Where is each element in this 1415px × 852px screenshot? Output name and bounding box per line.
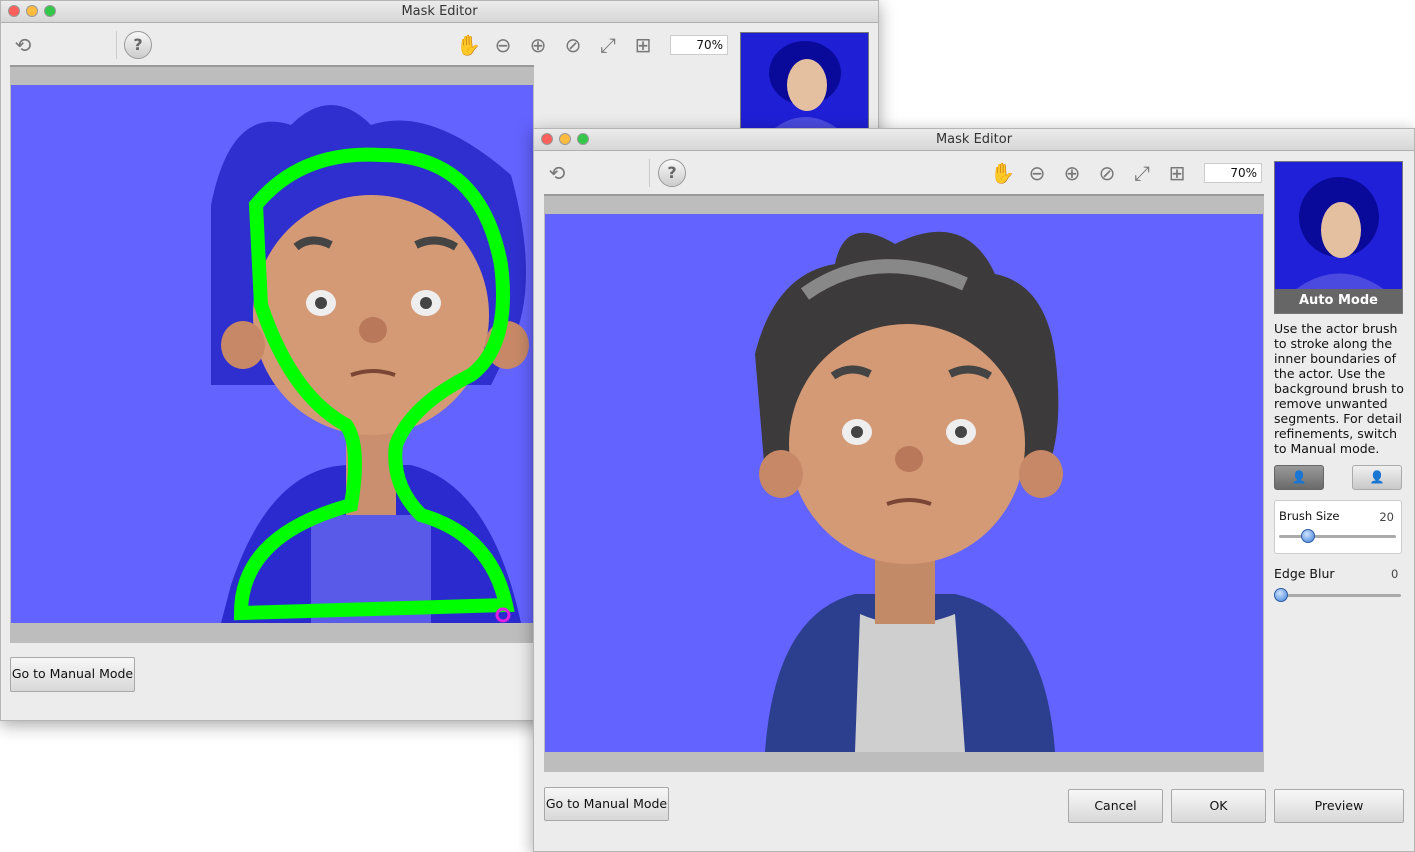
ok-button[interactable]: OK [1171,789,1266,823]
background-brush-icon: 👤 [1369,470,1385,484]
title-bar: Mask Editor [534,129,1414,151]
reference-thumbnail: Auto Mode [1274,161,1403,314]
edge-blur-value: 0 [1391,567,1399,581]
separator [649,159,650,187]
cancel-button[interactable]: Cancel [1068,789,1163,823]
hand-icon[interactable]: ✋ [990,161,1015,185]
canvas-area [10,65,534,643]
zoom-in-icon[interactable]: ⊕ [526,33,550,57]
brush-size-track[interactable] [1279,535,1396,538]
window-title: Mask Editor [401,4,478,19]
fit-icon[interactable]: ⤢ [1130,161,1154,185]
edge-blur-slider[interactable] [1274,588,1288,602]
fit-icon[interactable]: ⤢ [596,33,620,57]
zoom-in-icon[interactable]: ⊕ [1060,161,1084,185]
close-button[interactable] [8,5,20,17]
go-to-manual-mode-button[interactable]: Go to Manual Mode [10,657,135,692]
help-icon[interactable]: ? [124,31,152,59]
help-icon[interactable]: ? [658,159,686,187]
title-bar: Mask Editor [1,1,878,23]
minimize-button[interactable] [26,5,38,17]
edge-blur-track[interactable] [1276,594,1401,597]
zoom-out-icon[interactable]: ⊖ [1025,161,1049,185]
brush-size-value: 20 [1379,510,1394,524]
zoom-selection-icon[interactable]: ⊞ [631,33,655,57]
reset-icon[interactable]: ⟲ [11,33,35,57]
go-to-manual-mode-button[interactable]: Go to Manual Mode [544,787,669,821]
zoom-out-icon[interactable]: ⊖ [491,33,515,57]
mode-label: Auto Mode [1275,289,1402,313]
zoom-selection-icon[interactable]: ⊞ [1165,161,1189,185]
zoom-button[interactable] [577,133,589,145]
reset-icon[interactable]: ⟲ [545,161,569,185]
zoom-field[interactable]: 70% [1204,163,1262,183]
image-canvas[interactable] [545,214,1263,752]
zoom-reset-icon[interactable]: ⊘ [561,33,585,57]
character-image [755,231,1063,752]
minimize-button[interactable] [559,133,571,145]
actor-brush-icon: 👤 [1291,470,1307,484]
reference-thumbnail [740,32,869,130]
brush-size-box: Brush Size 20 [1274,500,1402,554]
instructions-text: Use the actor brush to stroke along the … [1274,321,1404,456]
zoom-reset-icon[interactable]: ⊘ [1095,161,1119,185]
brush-size-label: Brush Size [1279,509,1340,523]
hand-icon[interactable]: ✋ [456,33,481,57]
character-image [211,105,529,623]
zoom-field[interactable]: 70% [670,35,728,55]
preview-button[interactable]: Preview [1274,789,1404,823]
brush-size-slider[interactable] [1301,529,1316,543]
canvas-area [544,194,1264,772]
edge-blur-label: Edge Blur [1274,566,1335,581]
background-brush-button[interactable]: 👤 [1352,465,1402,490]
actor-brush-button[interactable]: 👤 [1274,465,1324,490]
zoom-button[interactable] [44,5,56,17]
separator [116,31,117,59]
window-title: Mask Editor [935,132,1013,147]
close-button[interactable] [541,133,553,145]
front-mask-editor-window: Mask Editor ⟲ ? ✋ ⊖ ⊕ ⊘ ⤢ ⊞ 70% Auto Mod… [533,128,1415,852]
image-canvas[interactable] [11,85,533,623]
